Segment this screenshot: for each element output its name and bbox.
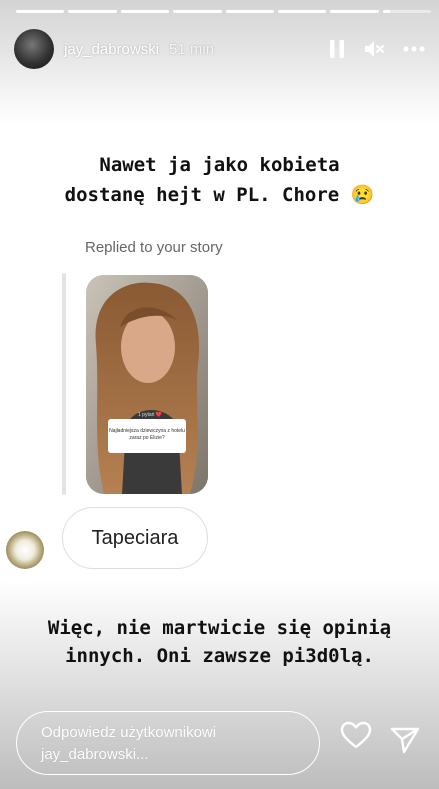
mute-icon[interactable] [363, 39, 385, 59]
story-header: jay_dabrowski 51 min [14, 27, 425, 71]
progress-segment [68, 10, 117, 13]
caption-bottom-line1: Więc, nie martwicie się opinią [47, 617, 392, 639]
heart-icon[interactable] [340, 721, 372, 754]
sender-avatar[interactable] [6, 531, 44, 569]
reply-indicator-bar [62, 273, 66, 495]
profile-avatar[interactable] [14, 29, 54, 69]
portrait-image [86, 275, 208, 494]
replied-story-thumbnail[interactable]: 1 pytań ❤️ Najładniejsza dziewczyna z ho… [86, 275, 208, 494]
story-progress-bar [16, 10, 431, 13]
progress-segment [225, 10, 274, 13]
progress-segment-active [382, 10, 431, 13]
reply-message-bubble: Tapeciara [62, 507, 208, 569]
caption-top: Nawet ja jako kobieta dostanę hejt w PL.… [0, 150, 439, 210]
story-time: 51 min [169, 40, 215, 58]
progress-segment [120, 10, 170, 13]
progress-segment [16, 10, 65, 13]
progress-segment [277, 10, 327, 13]
caption-bottom-line2: innych. Oni zawsze pi3d0lą. [65, 645, 374, 667]
thumbnail-question-box: Najładniejsza dziewczyna z hotelu zaraz … [108, 419, 186, 453]
more-icon[interactable] [403, 46, 425, 52]
thumbnail-question-title: 1 pytań ❤️ [138, 412, 163, 418]
caption-top-line2: dostanę hejt w PL. Chore 😢 [64, 184, 375, 206]
pause-icon[interactable] [329, 39, 345, 59]
caption-bottom: Więc, nie martwicie się opinią innych. O… [0, 614, 439, 670]
progress-segment [330, 10, 379, 13]
send-icon[interactable] [390, 726, 420, 759]
story-username[interactable]: jay_dabrowski [64, 41, 159, 58]
header-actions [329, 39, 425, 59]
caption-top-line1: Nawet ja jako kobieta [99, 154, 340, 176]
progress-segment [173, 10, 222, 13]
reply-input[interactable]: Odpowiedz użytkownikowi jay_dabrowski... [16, 711, 320, 775]
replied-label: Replied to your story [85, 239, 223, 256]
